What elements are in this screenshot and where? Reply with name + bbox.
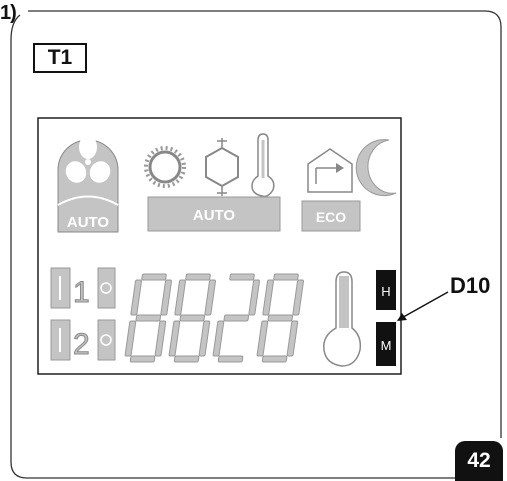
- zone-1-number: 1: [73, 276, 90, 309]
- seven-segment-digit: [212, 273, 260, 363]
- segment-a: [141, 273, 167, 281]
- segment-a: [185, 273, 211, 281]
- segment-c: [286, 320, 299, 357]
- segment-d: [261, 355, 288, 363]
- segment-g: [223, 314, 250, 322]
- zone-2-number: 2: [73, 328, 90, 361]
- segment-f: [130, 279, 142, 316]
- large-thermometer-icon: [323, 271, 362, 367]
- season-mode-label: AUTO: [193, 207, 236, 224]
- segment-e: [168, 320, 181, 357]
- segment-c: [198, 320, 211, 357]
- segment-a: [229, 273, 255, 281]
- segment-f: [174, 279, 186, 316]
- segment-c: [154, 320, 167, 357]
- segment-f: [262, 279, 274, 316]
- segment-d: [129, 355, 156, 363]
- sun-icon: [144, 146, 186, 188]
- segment-g: [179, 314, 206, 322]
- segment-e: [256, 320, 269, 357]
- digit-display: [124, 273, 304, 363]
- seven-segment-digit: [168, 273, 216, 363]
- segment-b: [204, 279, 216, 316]
- callout-label: D10: [450, 273, 491, 298]
- fan-mode-label: AUTO: [67, 214, 110, 231]
- segment-e: [212, 320, 225, 357]
- lcd-display: AUTO AUTO ECO 1 2 H M: [37, 117, 402, 375]
- home-arrow-icon: [307, 148, 353, 193]
- segment-b: [160, 279, 172, 316]
- seven-segment-digit: [124, 273, 172, 363]
- eco-label: ECO: [316, 209, 346, 225]
- snowflake-icon: [205, 138, 239, 196]
- segment-b: [248, 279, 260, 316]
- segment-e: [124, 320, 137, 357]
- segment-d: [217, 355, 244, 363]
- thermometer-icon: [251, 133, 275, 198]
- indicator-m: M: [381, 338, 392, 353]
- segment-g: [267, 314, 294, 322]
- segment-d: [173, 355, 200, 363]
- segment-g: [135, 314, 162, 322]
- segment-a: [273, 273, 299, 281]
- page-number-badge: 42: [455, 441, 503, 481]
- seven-segment-digit: [256, 273, 304, 363]
- indicator-h: H: [381, 284, 390, 299]
- segment-b: [292, 279, 304, 316]
- moon-icon: [355, 139, 397, 197]
